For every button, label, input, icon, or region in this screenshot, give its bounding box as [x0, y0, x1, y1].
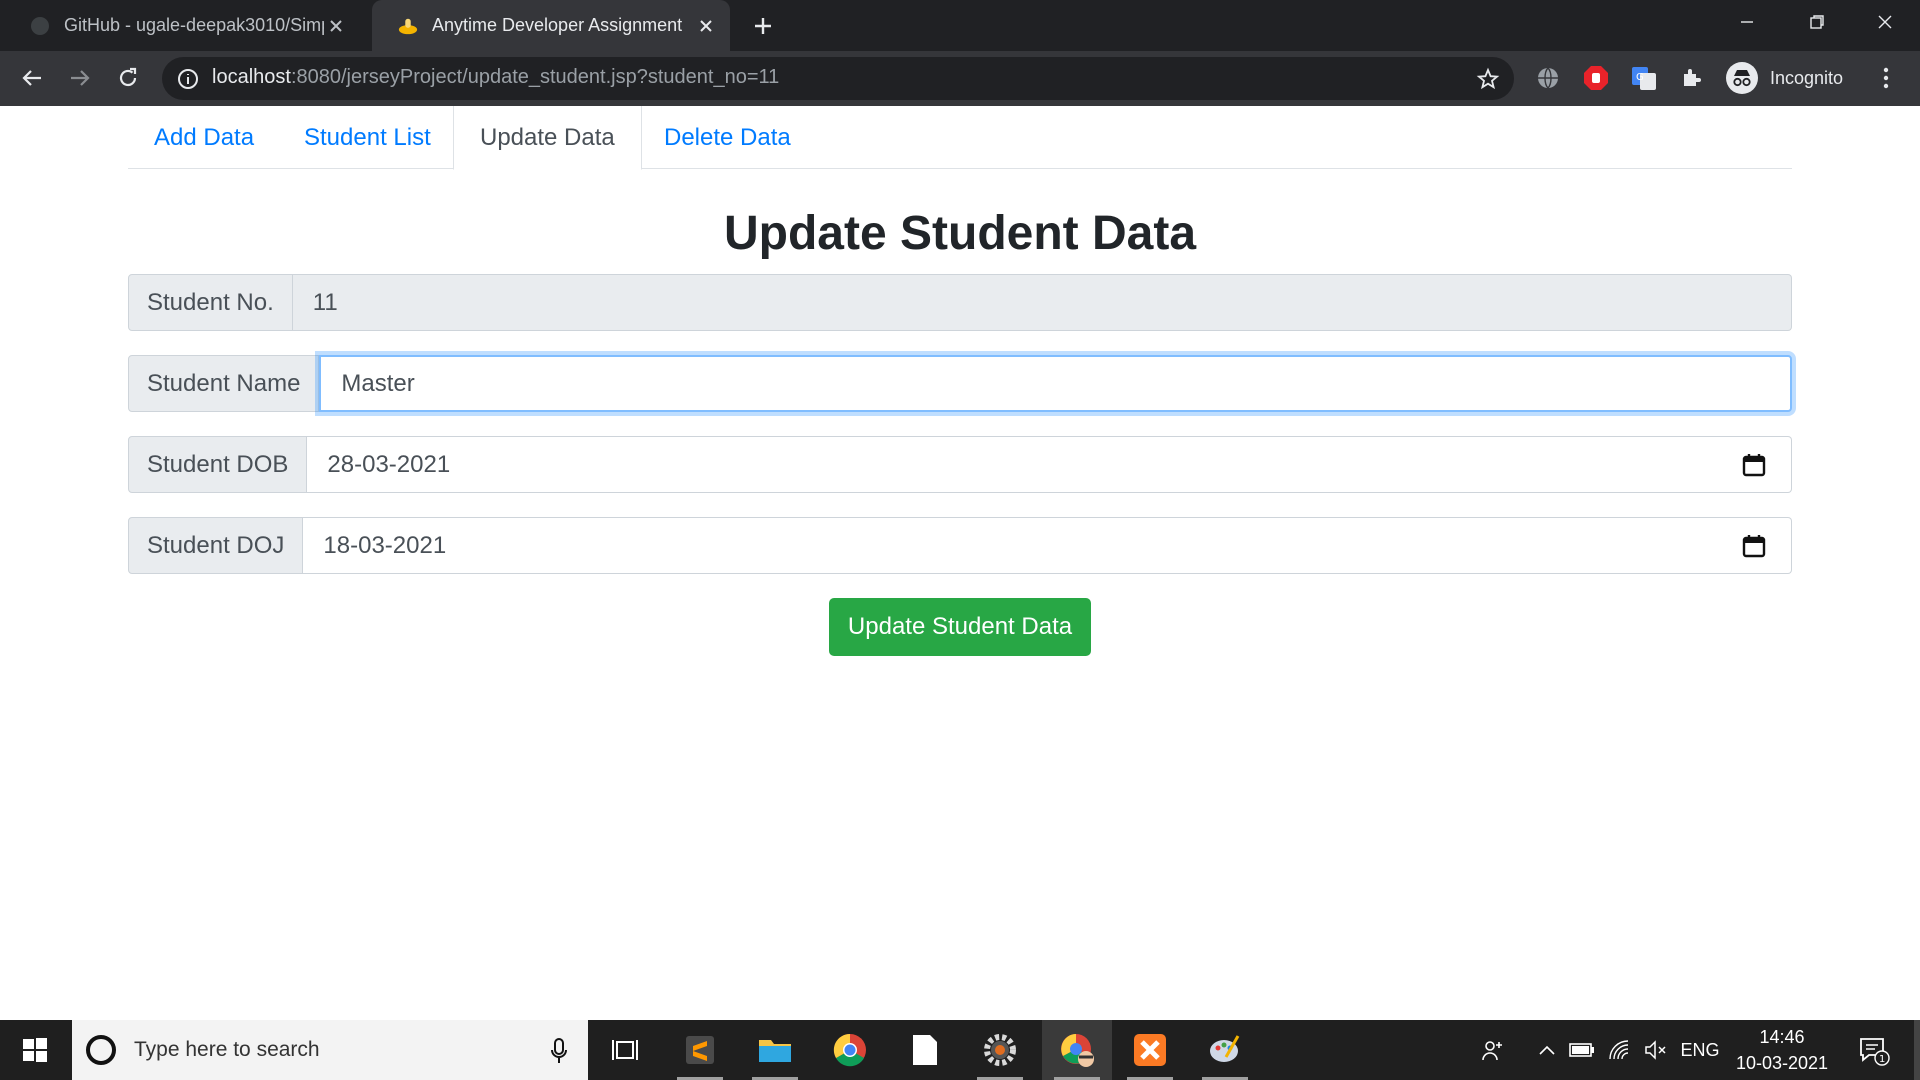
taskbar-search-placeholder: Type here to search: [134, 1038, 320, 1061]
show-hidden-icons-chevron-icon[interactable]: [1532, 1020, 1562, 1080]
windows-taskbar: Type here to search ENG 14:46 10-03-2021…: [0, 1020, 1920, 1080]
restore-window-icon[interactable]: [1782, 0, 1852, 44]
site-info-icon[interactable]: [176, 67, 200, 91]
action-center-icon[interactable]: 1: [1852, 1020, 1896, 1080]
student-name-input[interactable]: Master: [319, 355, 1792, 412]
page-title: Update Student Data: [723, 207, 1197, 260]
globe-extension-icon[interactable]: [1534, 64, 1562, 92]
tab-student-list[interactable]: Student List: [278, 106, 457, 169]
github-icon: [30, 16, 50, 36]
student-no-label: Student No.: [128, 274, 293, 331]
file-explorer-icon[interactable]: [740, 1020, 810, 1080]
reload-icon[interactable]: [110, 60, 146, 96]
incognito-label: Incognito: [1770, 67, 1844, 88]
student-no-field: 11: [292, 274, 1792, 331]
show-desktop-button[interactable]: [1914, 1020, 1920, 1080]
student-dob-group: Student DOB 28-03-2021: [128, 436, 1792, 493]
student-name-group: Student Name Master: [128, 355, 1792, 412]
google-translate-icon[interactable]: G: [1630, 64, 1658, 92]
notification-count: 1: [1879, 1054, 1885, 1065]
volume-muted-icon[interactable]: [1640, 1020, 1672, 1080]
student-doj-input[interactable]: 18-03-2021: [303, 517, 1792, 574]
wifi-icon[interactable]: [1604, 1020, 1636, 1080]
browser-tab-github[interactable]: GitHub - ugale-deepak3010/Simple: [4, 0, 370, 51]
student-doj-value: 18-03-2021: [323, 531, 447, 559]
url-path: :8080/jerseyProject/update_student.jsp?s…: [290, 66, 780, 88]
cortana-circle-icon: [86, 1035, 116, 1065]
student-doj-group: Student DOJ 18-03-2021: [128, 517, 1792, 574]
browser-toolbar: localhost:8080/jerseyProject/update_stud…: [0, 51, 1920, 106]
settings-gear-app-icon[interactable]: [965, 1020, 1035, 1080]
incognito-icon: [1726, 62, 1758, 94]
browser-menu-icon[interactable]: [1872, 64, 1900, 92]
bookmark-star-icon[interactable]: [1476, 67, 1500, 91]
extensions-puzzle-icon[interactable]: [1678, 64, 1706, 92]
svg-text:G: G: [1636, 72, 1644, 83]
people-icon[interactable]: [1475, 1020, 1511, 1080]
new-tab-button[interactable]: [748, 11, 778, 41]
language-indicator[interactable]: ENG: [1678, 1020, 1722, 1080]
clock-time: 14:46: [1759, 1027, 1805, 1047]
nav-tabs: Add Data Student List Update Data Delete…: [128, 106, 1792, 170]
student-name-label: Student Name: [128, 355, 320, 412]
chrome-icon[interactable]: [815, 1020, 885, 1080]
paint-app-icon[interactable]: [1190, 1020, 1260, 1080]
student-dob-input[interactable]: 28-03-2021: [307, 436, 1792, 493]
close-window-icon[interactable]: [1850, 0, 1920, 44]
forward-arrow-icon[interactable]: [62, 60, 98, 96]
student-doj-label: Student DOJ: [128, 517, 304, 574]
notepad-icon[interactable]: [890, 1020, 960, 1080]
adblock-extension-icon[interactable]: [1582, 64, 1610, 92]
update-student-button[interactable]: Update Student Data: [829, 598, 1091, 656]
tab-delete-data[interactable]: Delete Data: [638, 106, 817, 169]
microphone-icon[interactable]: [550, 1038, 568, 1064]
address-bar[interactable]: localhost:8080/jerseyProject/update_stud…: [162, 57, 1514, 100]
student-dob-value: 28-03-2021: [327, 450, 451, 478]
taskbar-search-box[interactable]: Type here to search: [72, 1020, 588, 1080]
close-tab-icon[interactable]: [324, 14, 348, 38]
student-no-group: Student No. 11: [128, 274, 1792, 331]
page-content: Add Data Student List Update Data Delete…: [0, 106, 1920, 1020]
task-view-icon[interactable]: [590, 1020, 660, 1080]
site-favicon-icon: [398, 16, 418, 36]
student-dob-label: Student DOB: [128, 436, 308, 493]
incognito-profile-button[interactable]: Incognito: [1722, 58, 1857, 98]
minimize-window-icon[interactable]: [1712, 0, 1782, 44]
xampp-icon[interactable]: [1115, 1020, 1185, 1080]
back-arrow-icon[interactable]: [14, 60, 50, 96]
close-tab-icon[interactable]: [694, 14, 718, 38]
address-url: localhost:8080/jerseyProject/update_stud…: [212, 66, 779, 89]
sublime-text-icon[interactable]: [665, 1020, 735, 1080]
calendar-icon[interactable]: [1741, 533, 1767, 559]
tab-add-data[interactable]: Add Data: [128, 106, 280, 169]
browser-tab-active[interactable]: Anytime Developer Assignment: [372, 0, 730, 51]
calendar-icon[interactable]: [1741, 452, 1767, 478]
windows-start-button[interactable]: [0, 1020, 70, 1080]
browser-tab-title: GitHub - ugale-deepak3010/Simple: [64, 15, 324, 35]
battery-icon[interactable]: [1566, 1020, 1598, 1080]
browser-tab-title: Anytime Developer Assignment: [432, 15, 683, 35]
clock-date: 10-03-2021: [1735, 1053, 1829, 1073]
url-host: localhost: [212, 66, 291, 88]
chrome-incognito-taskbar-icon[interactable]: [1042, 1020, 1112, 1080]
browser-tabstrip: GitHub - ugale-deepak3010/Simple Anytime…: [0, 0, 1920, 51]
tab-update-data[interactable]: Update Data: [453, 106, 642, 170]
taskbar-clock[interactable]: 14:46 10-03-2021: [1730, 1020, 1834, 1080]
